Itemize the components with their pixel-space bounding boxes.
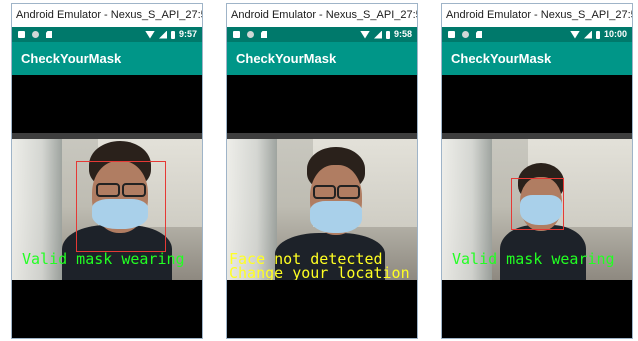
- notification-dot-icon: [462, 31, 469, 38]
- wifi-icon: [359, 30, 370, 39]
- emulator-window-3: Android Emulator - Nexus_S_API_27:5554 1…: [441, 3, 633, 339]
- status-time: 10:00: [603, 29, 627, 39]
- wifi-icon: [144, 30, 155, 39]
- emulator-window-1: Android Emulator - Nexus_S_API_27:5554 9…: [11, 3, 203, 339]
- cell-signal-icon: [373, 30, 382, 39]
- glasses: [313, 185, 336, 199]
- app-title: CheckYourMask: [442, 42, 632, 75]
- face-detection-box: [76, 161, 166, 252]
- glasses: [337, 185, 360, 199]
- status-time: 9:58: [393, 29, 412, 39]
- sd-card-icon: [476, 31, 482, 38]
- face-detection-box: [511, 178, 564, 230]
- status-bar: 10:00: [442, 27, 632, 42]
- window-title: Android Emulator - Nexus_S_API_27:5554: [442, 4, 632, 27]
- window-title: Android Emulator - Nexus_S_API_27:5554: [227, 4, 417, 27]
- status-overlay-line-1: Valid mask wearing: [452, 250, 615, 268]
- app-title: CheckYourMask: [227, 42, 417, 75]
- notification-a-icon: [18, 31, 25, 38]
- cell-signal-icon: [158, 30, 167, 39]
- app-title: CheckYourMask: [12, 42, 202, 75]
- notification-a-icon: [233, 31, 240, 38]
- camera-preview[interactable]: Face not detected Change your location: [227, 133, 417, 280]
- notification-dot-icon: [32, 31, 39, 38]
- status-bar: 9:57: [12, 27, 202, 42]
- status-time: 9:57: [178, 29, 197, 39]
- status-overlay-line-1: Valid mask wearing: [22, 250, 185, 268]
- face-mask: [310, 201, 362, 233]
- battery-icon: [595, 30, 600, 39]
- camera-preview[interactable]: Valid mask wearing: [12, 133, 202, 280]
- wifi-icon: [569, 30, 580, 39]
- battery-icon: [385, 30, 390, 39]
- notification-a-icon: [448, 31, 455, 38]
- window-title: Android Emulator - Nexus_S_API_27:5554: [12, 4, 202, 27]
- battery-icon: [170, 30, 175, 39]
- sd-card-icon: [46, 31, 52, 38]
- camera-preview[interactable]: Valid mask wearing: [442, 133, 632, 280]
- notification-dot-icon: [247, 31, 254, 38]
- status-overlay-line-2: Change your location: [229, 264, 410, 281]
- cell-signal-icon: [583, 30, 592, 39]
- status-bar: 9:58: [227, 27, 417, 42]
- sd-card-icon: [261, 31, 267, 38]
- emulator-window-2: Android Emulator - Nexus_S_API_27:5554 9…: [226, 3, 418, 339]
